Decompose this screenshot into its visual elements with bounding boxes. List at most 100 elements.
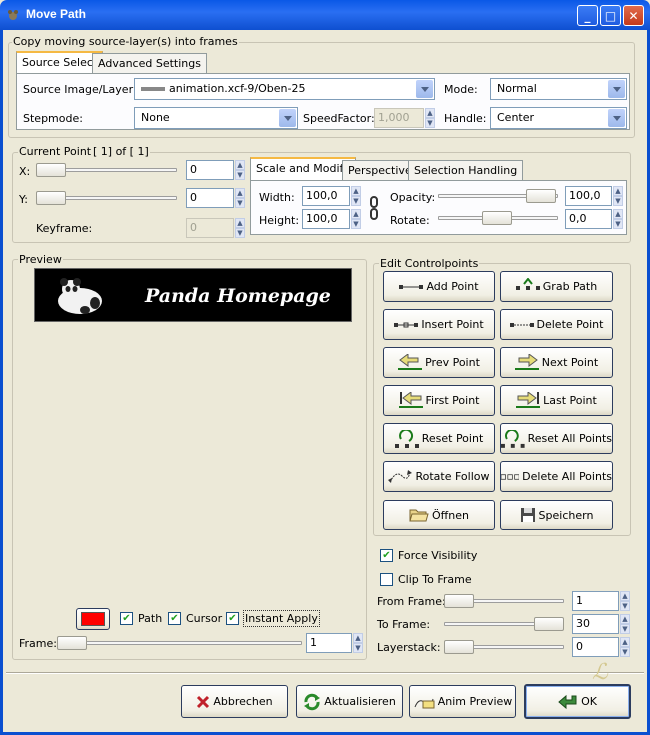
bottom-separator bbox=[6, 672, 644, 674]
path-checkbox-label: Path bbox=[138, 612, 163, 625]
window-title: Move Path bbox=[26, 7, 87, 21]
source-layer-value: animation.xcf-9/Oben-25 bbox=[169, 82, 306, 95]
delete-all-points-label: Delete All Points bbox=[522, 470, 612, 483]
from-frame-spinner[interactable]: ▲ ▼ bbox=[620, 591, 630, 611]
close-button[interactable]: ✕ bbox=[623, 5, 644, 26]
instant-apply-checkbox[interactable]: ✔ bbox=[226, 612, 239, 625]
copy-group-label: Copy moving source-layer(s) into frames bbox=[12, 35, 239, 48]
preview-banner: Panda Homepage bbox=[34, 268, 352, 322]
frame-slider-handle[interactable] bbox=[57, 636, 87, 650]
cursor-checkbox[interactable]: ✔ bbox=[168, 612, 181, 625]
grab-path-button[interactable]: Grab Path bbox=[500, 271, 613, 302]
reset-point-label: Reset Point bbox=[421, 432, 484, 445]
to-frame-input[interactable]: 30 bbox=[572, 614, 619, 634]
stepmode-combo[interactable]: None bbox=[134, 107, 298, 129]
delete-point-button[interactable]: Delete Point bbox=[500, 309, 613, 340]
handle-label: Handle: bbox=[444, 112, 487, 125]
ok-button[interactable]: OK bbox=[524, 684, 631, 719]
anim-preview-button[interactable]: Anim Preview bbox=[409, 685, 516, 718]
height-input[interactable]: 100,0 bbox=[302, 209, 350, 229]
from-frame-input[interactable]: 1 bbox=[572, 591, 619, 611]
rotate-follow-button[interactable]: Rotate Follow bbox=[383, 461, 495, 492]
rotate-slider-handle[interactable] bbox=[482, 211, 512, 225]
height-label: Height: bbox=[259, 214, 300, 227]
path-color-button[interactable] bbox=[76, 608, 110, 630]
current-point-label: Current Point: bbox=[18, 145, 96, 158]
x-slider-handle[interactable] bbox=[36, 163, 66, 177]
handle-combo[interactable]: Center bbox=[490, 107, 627, 129]
open-button[interactable]: Öffnen bbox=[383, 500, 495, 530]
tab-perspective[interactable]: Perspective bbox=[342, 160, 418, 180]
opacity-input[interactable]: 100,0 bbox=[565, 186, 612, 206]
last-point-button[interactable]: Last Point bbox=[500, 385, 613, 416]
x-input[interactable]: 0 bbox=[186, 160, 234, 180]
delete-all-icon bbox=[501, 473, 520, 480]
mode-combo[interactable]: Normal bbox=[490, 78, 627, 100]
clip-to-frame-label: Clip To Frame bbox=[398, 573, 472, 586]
rotate-spinner[interactable]: ▲ ▼ bbox=[613, 209, 623, 229]
refresh-button[interactable]: Aktualisieren bbox=[296, 685, 403, 718]
speedfactor-input: 1,000 bbox=[374, 108, 424, 128]
first-point-button[interactable]: First Point bbox=[383, 385, 495, 416]
tab-selection-handling[interactable]: Selection Handling bbox=[408, 160, 524, 180]
speedfactor-spinner: ▲ ▼ bbox=[425, 108, 435, 128]
force-visibility-checkbox[interactable]: ✔ bbox=[380, 549, 393, 562]
cancel-button[interactable]: Abbrechen bbox=[181, 685, 288, 718]
x-spinner[interactable]: ▲ ▼ bbox=[235, 160, 245, 180]
opacity-slider-handle[interactable] bbox=[526, 189, 556, 203]
layer-thumb-icon bbox=[141, 87, 165, 91]
next-arrow-icon bbox=[514, 353, 539, 370]
frame-input[interactable]: 1 bbox=[306, 633, 352, 653]
prev-point-button[interactable]: Prev Point bbox=[383, 347, 495, 378]
add-point-label: Add Point bbox=[426, 280, 479, 293]
reset-all-points-button[interactable]: Reset All Points bbox=[500, 423, 613, 454]
layerstack-input[interactable]: 0 bbox=[572, 637, 619, 657]
y-spinner[interactable]: ▲ ▼ bbox=[235, 188, 245, 208]
height-spinner[interactable]: ▲ ▼ bbox=[351, 209, 361, 229]
width-input[interactable]: 100,0 bbox=[302, 186, 350, 206]
floppy-icon bbox=[520, 508, 535, 522]
keyframe-input: 0 bbox=[186, 218, 234, 238]
maximize-button[interactable]: □ bbox=[600, 5, 621, 26]
chain-link-icon[interactable] bbox=[368, 196, 380, 220]
stepmode-label: Stepmode: bbox=[23, 112, 83, 125]
tab-advanced-settings[interactable]: Advanced Settings bbox=[92, 53, 207, 73]
insert-point-icon bbox=[394, 322, 419, 327]
to-frame-slider-handle[interactable] bbox=[534, 617, 564, 631]
add-point-button[interactable]: Add Point bbox=[383, 271, 495, 302]
chevron-down-icon bbox=[608, 109, 625, 127]
width-spinner[interactable]: ▲ ▼ bbox=[351, 186, 361, 206]
save-button[interactable]: Speichern bbox=[500, 500, 613, 530]
keyframe-label: Keyframe: bbox=[36, 222, 93, 235]
path-checkbox[interactable]: ✔ bbox=[120, 612, 133, 625]
tab-scale-and-modify[interactable]: Scale and Modify bbox=[250, 157, 356, 180]
y-input[interactable]: 0 bbox=[186, 188, 234, 208]
add-point-icon bbox=[399, 284, 424, 289]
from-frame-slider-handle[interactable] bbox=[444, 594, 474, 608]
tab-source-select[interactable]: Source Select bbox=[16, 51, 104, 74]
insert-point-button[interactable]: Insert Point bbox=[383, 309, 495, 340]
to-frame-spinner[interactable]: ▲ ▼ bbox=[620, 614, 630, 634]
rotate-follow-label: Rotate Follow bbox=[415, 470, 490, 483]
minimize-button[interactable]: _ bbox=[577, 5, 598, 26]
title-bar: Move Path _ □ ✕ bbox=[0, 0, 650, 30]
cancel-x-icon bbox=[197, 695, 210, 708]
rotate-label: Rotate: bbox=[390, 214, 430, 227]
delete-all-points-button[interactable]: Delete All Points bbox=[500, 461, 613, 492]
reset-point-button[interactable]: Reset Point bbox=[383, 423, 495, 454]
mode-label: Mode: bbox=[444, 83, 478, 96]
layerstack-slider-handle[interactable] bbox=[444, 640, 474, 654]
clip-to-frame-checkbox[interactable] bbox=[380, 573, 393, 586]
next-point-button[interactable]: Next Point bbox=[500, 347, 613, 378]
rotate-input[interactable]: 0,0 bbox=[565, 209, 612, 229]
y-slider-handle[interactable] bbox=[36, 191, 66, 205]
source-layer-combo[interactable]: animation.xcf-9/Oben-25 bbox=[134, 78, 435, 100]
gimp-app-icon bbox=[8, 10, 18, 20]
layerstack-spinner[interactable]: ▲ ▼ bbox=[620, 637, 630, 657]
delete-point-icon bbox=[509, 322, 534, 327]
opacity-spinner[interactable]: ▲ ▼ bbox=[613, 186, 623, 206]
frame-slider[interactable] bbox=[57, 641, 302, 645]
chevron-down-icon bbox=[608, 80, 625, 98]
frame-spinner[interactable]: ▲ ▼ bbox=[353, 633, 363, 653]
maximize-icon: □ bbox=[604, 8, 617, 23]
